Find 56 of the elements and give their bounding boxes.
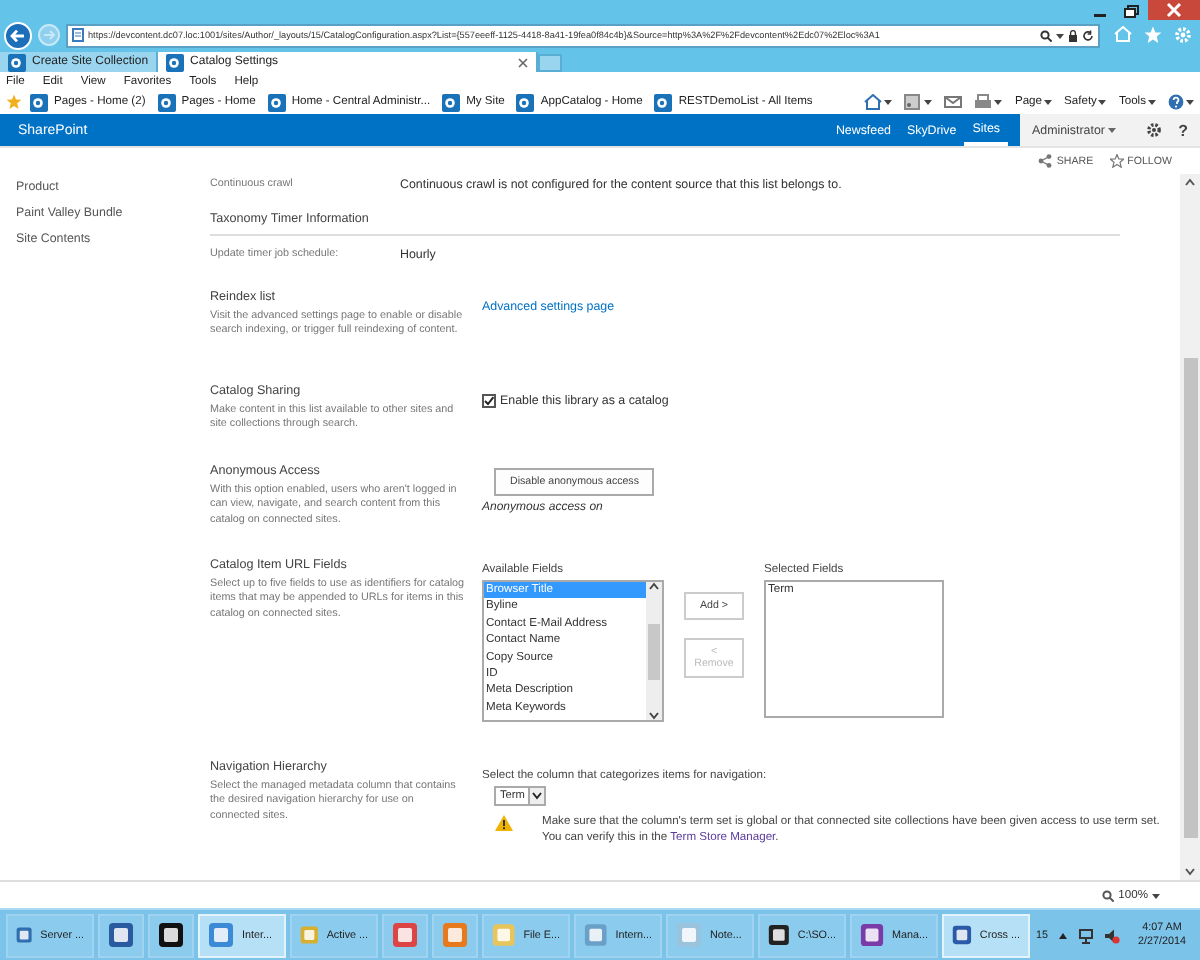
list-scrollbar[interactable] <box>646 582 662 720</box>
caret-icon <box>994 98 1003 106</box>
caret-icon <box>1186 98 1194 106</box>
scroll-down-icon[interactable] <box>648 712 660 720</box>
app-icon <box>158 922 184 948</box>
warning-icon <box>494 814 514 832</box>
help-button[interactable]: ? <box>1178 121 1188 139</box>
mail-icon[interactable] <box>944 94 963 110</box>
app-icon <box>442 922 468 948</box>
close-icon[interactable] <box>518 57 529 67</box>
print-icon[interactable] <box>974 94 993 110</box>
favorites-star-icon[interactable] <box>6 94 22 110</box>
app-icon <box>584 922 608 948</box>
caret-icon <box>924 98 933 106</box>
refresh-icon[interactable] <box>1082 29 1094 41</box>
taskbar-button[interactable] <box>148 913 194 957</box>
help-icon[interactable] <box>1168 94 1184 110</box>
caret-icon <box>1044 98 1053 106</box>
app-icon <box>392 922 418 948</box>
lock-icon <box>1068 29 1078 41</box>
star-icon <box>1109 154 1124 168</box>
scroll-up-icon[interactable] <box>648 582 660 590</box>
volume-muted-icon[interactable] <box>1104 927 1121 943</box>
app-icon <box>860 922 885 948</box>
vertical-scrollbar[interactable] <box>1180 174 1200 880</box>
favorites-star-icon[interactable] <box>1144 26 1162 44</box>
page-icon <box>72 28 84 42</box>
app-icon <box>208 922 234 948</box>
scroll-down-icon[interactable] <box>1184 868 1196 876</box>
caret-icon <box>1108 126 1117 134</box>
app-icon <box>108 922 134 948</box>
caret-icon <box>1152 891 1160 899</box>
app-icon <box>676 922 702 948</box>
app-icon <box>952 922 972 948</box>
home-icon[interactable] <box>864 94 883 110</box>
close-icon <box>1166 2 1182 18</box>
restore-icon[interactable] <box>1122 1 1142 19</box>
caret-icon <box>884 98 893 106</box>
back-icon[interactable] <box>4 21 32 49</box>
zoom-icon <box>1102 889 1115 901</box>
caret-icon <box>1098 98 1107 106</box>
caret-icon <box>1056 31 1064 39</box>
search-icon[interactable] <box>1040 29 1052 41</box>
caret-icon <box>532 792 543 800</box>
close-button[interactable] <box>1148 0 1200 20</box>
app-icon <box>492 922 516 948</box>
scroll-up-icon[interactable] <box>1184 178 1196 186</box>
caret-icon <box>1148 98 1156 106</box>
network-icon[interactable] <box>1078 927 1095 943</box>
tray-expand-icon[interactable] <box>1058 931 1069 939</box>
app-icon <box>300 922 319 948</box>
app-icon <box>768 922 790 948</box>
checkbox[interactable] <box>482 394 496 408</box>
share-icon <box>1038 154 1053 168</box>
app-icon <box>16 922 33 948</box>
settings-icon[interactable] <box>1146 122 1163 138</box>
